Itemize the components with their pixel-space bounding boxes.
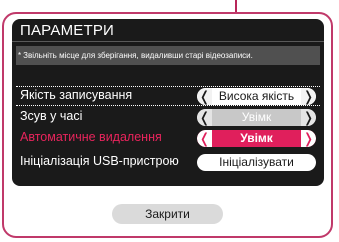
spinner-value: Увімк — [240, 131, 273, 145]
initialize-usb-button[interactable]: Ініціалізувати — [197, 154, 316, 171]
spinner-value: Висока якість — [218, 89, 295, 103]
setting-label: Якість записування — [20, 88, 133, 102]
storage-notice: * Звільніть місце для зберігання, видалив… — [16, 46, 320, 65]
auto-delete-spinner[interactable]: ❬ Увімк ❭ — [197, 130, 316, 147]
time-shift-spinner[interactable]: ❬ Увімк ❭ — [197, 109, 316, 126]
setting-label: Зсув у часі — [20, 109, 83, 123]
recording-quality-spinner[interactable]: ❬ Висока якість ❭ — [197, 88, 316, 105]
setting-row-usb-init: Ініціалізація USB-пристрою Ініціалізуват… — [12, 152, 324, 172]
setting-row-time-shift: Зсув у часі ❬ Увімк ❭ — [12, 107, 324, 127]
setting-row-auto-delete: Автоматичне видалення ❬ Увімк ❭ — [12, 128, 324, 148]
notice-star: * — [18, 51, 22, 60]
chevron-right-icon[interactable]: ❭ — [301, 88, 316, 105]
chevron-right-icon[interactable]: ❭ — [301, 109, 316, 126]
settings-dialog: ПАРАМЕТРИ * Звільніть місце для зберіганн… — [12, 19, 324, 186]
chevron-right-icon[interactable]: ❭ — [301, 130, 316, 147]
close-button[interactable]: Закрити — [112, 204, 223, 224]
chevron-left-icon[interactable]: ❬ — [197, 130, 212, 147]
title-divider — [12, 41, 324, 42]
spinner-value: Увімк — [241, 110, 272, 124]
setting-label: Автоматичне видалення — [20, 130, 162, 144]
setting-row-recording-quality: Якість записування ❬ Висока якість ❭ — [12, 86, 324, 106]
dialog-title: ПАРАМЕТРИ — [20, 22, 115, 39]
notice-text: Звільніть місце для зберігання, видаливш… — [23, 51, 253, 60]
chevron-left-icon[interactable]: ❬ — [197, 88, 212, 105]
chevron-left-icon[interactable]: ❬ — [197, 109, 212, 126]
setting-label: Ініціалізація USB-пристрою — [20, 154, 179, 168]
